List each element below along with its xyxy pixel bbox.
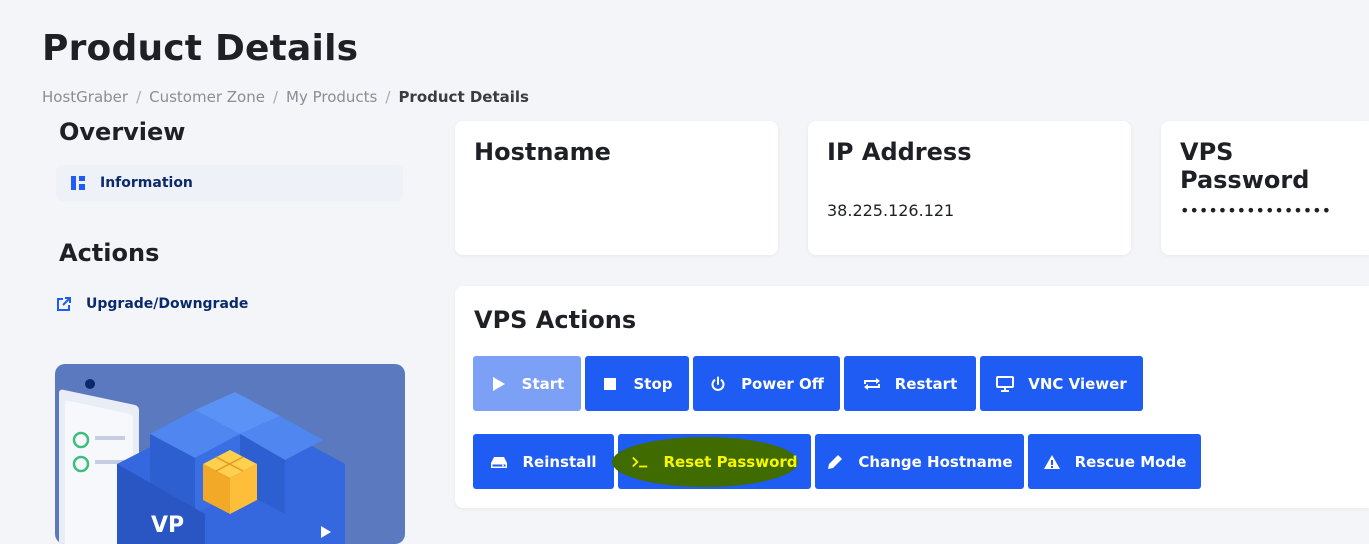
vps-password-value: ••••••••••••••••: [1180, 201, 1331, 220]
promo-text: VP: [151, 513, 184, 538]
vps-actions-card: VPS Actions Start Stop Power Off Restart: [455, 286, 1369, 508]
change-hostname-button[interactable]: Change Hostname: [815, 434, 1024, 489]
vps-password-card: VPS Password ••••••••••••••••: [1161, 121, 1369, 255]
hostname-title: Hostname: [474, 138, 611, 166]
monitor-icon: [996, 375, 1015, 393]
vps-password-title: VPS Password: [1180, 138, 1310, 194]
ip-address-value: 38.225.126.121: [827, 201, 955, 220]
terminal-icon: [631, 453, 649, 471]
breadcrumb-separator: /: [272, 88, 279, 106]
hostname-card: Hostname: [455, 121, 778, 255]
reinstall-button[interactable]: Reinstall: [473, 434, 614, 489]
power-icon: [709, 375, 727, 393]
breadcrumb: HostGraber / Customer Zone / My Products…: [42, 88, 529, 106]
reset-password-button[interactable]: Reset Password: [612, 434, 811, 489]
vps-actions-title: VPS Actions: [474, 306, 637, 334]
sidebar-item-label: Information: [100, 175, 193, 191]
warning-icon: [1043, 453, 1061, 471]
actions-heading: Actions: [59, 239, 160, 267]
pencil-icon: [826, 453, 844, 471]
dashboard-icon: [70, 175, 86, 191]
start-button[interactable]: Start: [473, 356, 581, 411]
sidebar-item-label: Upgrade/Downgrade: [86, 296, 249, 312]
external-link-icon: [56, 296, 72, 312]
hard-drive-icon: [490, 453, 508, 471]
breadcrumb-current: Product Details: [398, 88, 529, 106]
breadcrumb-separator: /: [385, 88, 391, 106]
stop-icon: [601, 375, 619, 393]
power-off-button[interactable]: Power Off: [693, 356, 840, 411]
ip-address-title: IP Address: [827, 138, 972, 166]
play-icon: [490, 375, 508, 393]
breadcrumb-customer-zone[interactable]: Customer Zone: [149, 88, 265, 106]
vnc-viewer-button[interactable]: VNC Viewer: [980, 356, 1143, 411]
rescue-mode-button[interactable]: Rescue Mode: [1028, 434, 1201, 489]
sidebar-item-information[interactable]: Information: [56, 165, 403, 201]
breadcrumb-hostgraber[interactable]: HostGraber: [42, 88, 128, 106]
page-title: Product Details: [42, 28, 359, 69]
sidebar-item-upgrade-downgrade[interactable]: Upgrade/Downgrade: [42, 286, 389, 322]
overview-heading: Overview: [59, 118, 186, 146]
promo-illustration: VP: [59, 379, 345, 544]
breadcrumb-separator: /: [136, 88, 142, 106]
promo-banner: VP: [55, 364, 405, 544]
repeat-icon: [863, 375, 881, 393]
restart-button[interactable]: Restart: [844, 356, 976, 411]
breadcrumb-my-products[interactable]: My Products: [286, 88, 377, 106]
stop-button[interactable]: Stop: [585, 356, 689, 411]
ip-address-card: IP Address 38.225.126.121: [808, 121, 1131, 255]
